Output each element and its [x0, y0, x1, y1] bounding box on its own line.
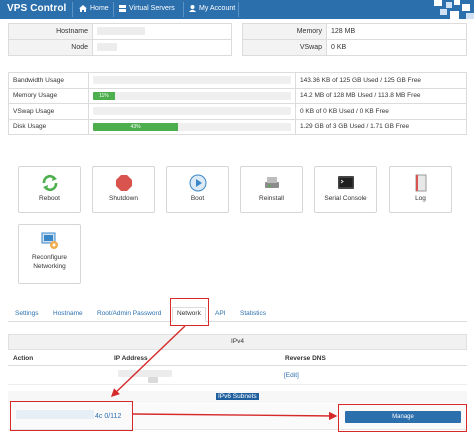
- reboot-button[interactable]: Reboot: [18, 166, 81, 213]
- tab-statistics[interactable]: Statistics: [240, 310, 266, 317]
- col-ip-address: IP Address: [114, 355, 148, 362]
- usage-row: Disk Usage 43% 1.29 GB of 3 GB Used / 1.…: [8, 118, 467, 135]
- usage-text: 0 KB of 0 KB Used / 0 KB Free: [295, 103, 467, 120]
- col-action: Action: [13, 355, 34, 362]
- node-value: [92, 39, 232, 56]
- redacted-subnet: [16, 410, 94, 419]
- log-icon: [415, 174, 427, 192]
- usage-progress-fill: 43%: [93, 122, 179, 131]
- nav-divider: [72, 2, 73, 17]
- usage-progress-bar: 43%: [93, 122, 291, 131]
- reinstall-label: Reinstall: [259, 195, 284, 202]
- log-button[interactable]: Log: [389, 166, 452, 213]
- ipv4-row: [Edit]: [8, 367, 467, 385]
- home-icon: [79, 5, 87, 12]
- tab-hostname[interactable]: Hostname: [53, 310, 83, 317]
- server-info-right: Memory 128 MB VSwap 0 KB: [242, 23, 467, 56]
- ipv6-heading: IPv6 Subnets: [216, 393, 259, 400]
- tab-settings[interactable]: Settings: [15, 310, 39, 317]
- nav-divider: [183, 2, 184, 17]
- redacted-hostname: [97, 26, 145, 35]
- boot-icon: [189, 174, 207, 192]
- usage-label: VSwap Usage: [8, 103, 89, 120]
- serial-console-button[interactable]: Serial Console: [314, 166, 377, 213]
- usage-label: Disk Usage: [8, 118, 89, 135]
- edit-rdns-link[interactable]: [Edit]: [284, 372, 299, 379]
- nav-my-account-label: My Account: [199, 5, 236, 12]
- hostname-label: Hostname: [8, 23, 93, 40]
- servers-icon: [119, 5, 126, 12]
- usage-progress-fill: 11%: [93, 91, 115, 100]
- usage-progress-bar: [93, 76, 291, 85]
- usage-text: 14.2 MB of 128 MB Used / 113.8 MB Free: [295, 87, 467, 104]
- col-reverse-dns: Reverse DNS: [285, 355, 326, 362]
- memory-value: 128 MB: [326, 23, 467, 40]
- nav-virtual-servers-label: Virtual Servers: [129, 5, 175, 12]
- info-row: Memory 128 MB: [242, 23, 467, 40]
- usage-row: VSwap Usage 0 KB of 0 KB Used / 0 KB Fre…: [8, 103, 467, 120]
- nav-divider: [238, 2, 239, 17]
- usage-progress-bar: 11%: [93, 91, 291, 100]
- node-label: Node: [8, 39, 93, 56]
- usage-bar-cell: 11%: [88, 87, 296, 104]
- boot-label: Boot: [190, 195, 205, 202]
- reinstall-icon: [265, 177, 279, 188]
- info-row: Hostname: [8, 23, 232, 40]
- usage-label: Memory Usage: [8, 87, 89, 104]
- reboot-label: Reboot: [39, 195, 60, 202]
- top-navbar: VPS Control Home Virtual Servers My Acco…: [0, 0, 474, 19]
- shutdown-button[interactable]: Shutdown: [92, 166, 155, 213]
- nav-virtual-servers[interactable]: Virtual Servers: [119, 5, 175, 12]
- server-info-left: Hostname Node: [8, 23, 232, 56]
- nav-divider: [113, 2, 114, 17]
- usage-progress-bar: [93, 107, 291, 116]
- brand-title[interactable]: VPS Control: [7, 3, 66, 14]
- info-row: VSwap 0 KB: [242, 39, 467, 56]
- reconfigure-networking-label: Reconfigure Networking: [31, 254, 68, 270]
- serial-console-label: Serial Console: [324, 195, 367, 202]
- log-label: Log: [415, 195, 426, 202]
- reboot-icon: [42, 174, 58, 192]
- usage-bar-cell: 43%: [88, 118, 296, 135]
- logo-pixel-pattern: [434, 0, 474, 19]
- redacted-ip-part: [148, 377, 158, 383]
- resource-usage-table: Bandwidth Usage 143.36 KB of 125 GB Used…: [8, 72, 467, 135]
- usage-text: 1.29 GB of 3 GB Used / 1.71 GB Free: [295, 118, 467, 135]
- usage-bar-cell: [88, 72, 296, 89]
- nav-home-label: Home: [90, 5, 109, 12]
- usage-row: Memory Usage 11% 14.2 MB of 128 MB Used …: [8, 87, 467, 104]
- tab-network[interactable]: Network: [172, 307, 206, 322]
- tab-root-admin-password[interactable]: Root/Admin Password: [97, 310, 161, 317]
- ipv4-table-header: Action IP Address Reverse DNS: [8, 352, 467, 366]
- redacted-node: [97, 42, 117, 51]
- ipv6-subnet-text: 4c 0/112: [95, 413, 122, 420]
- reconfigure-networking-icon: [41, 232, 58, 249]
- boot-button[interactable]: Boot: [166, 166, 229, 213]
- redacted-ip: [118, 370, 172, 377]
- usage-bar-cell: [88, 103, 296, 120]
- reconfigure-networking-button[interactable]: Reconfigure Networking: [18, 224, 81, 284]
- serial-console-icon: [338, 176, 354, 189]
- info-row: Node: [8, 39, 232, 56]
- tab-api[interactable]: API: [215, 310, 225, 317]
- nav-my-account[interactable]: My Account: [189, 5, 235, 12]
- vswap-value: 0 KB: [326, 39, 467, 56]
- usage-row: Bandwidth Usage 143.36 KB of 125 GB Used…: [8, 72, 467, 89]
- user-icon: [189, 5, 196, 12]
- usage-label: Bandwidth Usage: [8, 72, 89, 89]
- ipv6-heading-bar: IPv6 Subnets: [8, 391, 467, 403]
- nav-home[interactable]: Home: [79, 5, 109, 12]
- ipv4-heading: IPv4: [8, 334, 467, 350]
- shutdown-label: Shutdown: [109, 195, 138, 202]
- hostname-value: [92, 23, 232, 40]
- usage-text: 143.36 KB of 125 GB Used / 125 GB Free: [295, 72, 467, 89]
- shutdown-icon: [116, 175, 132, 191]
- settings-tabs: Settings Hostname Root/Admin Password Ne…: [8, 307, 467, 322]
- memory-label: Memory: [242, 23, 327, 40]
- manage-button[interactable]: Manage: [345, 411, 461, 423]
- vswap-label: VSwap: [242, 39, 327, 56]
- reinstall-button[interactable]: Reinstall: [240, 166, 303, 213]
